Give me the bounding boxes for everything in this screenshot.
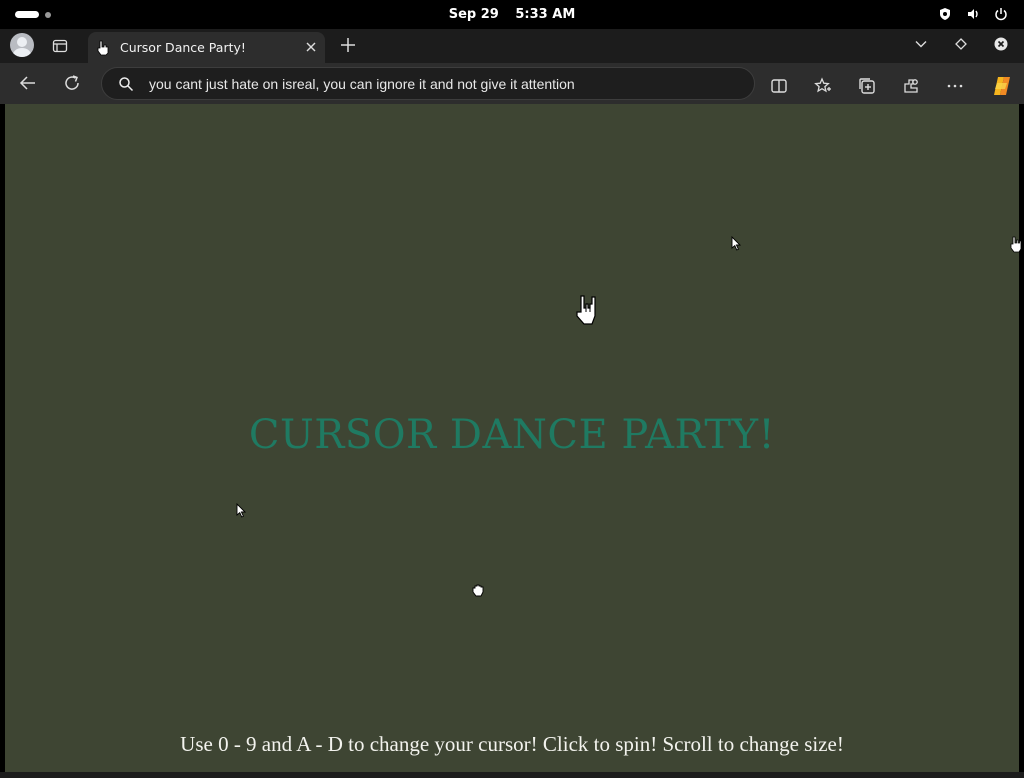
- arrow-cursor-icon: [731, 236, 741, 251]
- window-close-icon[interactable]: [994, 37, 1008, 51]
- grab-hand-cursor-icon: [472, 584, 484, 597]
- instructions-text: Use 0 - 9 and A - D to change your curso…: [180, 732, 844, 756]
- power-icon[interactable]: [994, 7, 1008, 21]
- more-icon[interactable]: [946, 77, 964, 95]
- close-icon[interactable]: [305, 41, 317, 53]
- diamond-icon[interactable]: [954, 37, 968, 51]
- page-title: CURSOR DANCE PARTY!: [248, 412, 776, 458]
- volume-icon[interactable]: [966, 7, 980, 21]
- tab-strip: Cursor Dance Party!: [0, 29, 1024, 63]
- address-bar-text[interactable]: you cant just hate on isreal, you can ig…: [149, 76, 575, 92]
- search-icon: [119, 77, 134, 92]
- chevron-down-icon[interactable]: [914, 37, 928, 51]
- profile-avatar[interactable]: [10, 33, 34, 57]
- window-bottom-edge: [0, 772, 1024, 778]
- favorites-icon[interactable]: [814, 77, 832, 95]
- back-icon[interactable]: [19, 74, 37, 92]
- tab-title: Cursor Dance Party!: [120, 40, 246, 55]
- extensions-icon[interactable]: [902, 77, 920, 95]
- refresh-icon[interactable]: [63, 74, 81, 92]
- tab-actions-icon[interactable]: [52, 38, 68, 54]
- time-label: 5:33 AM: [515, 7, 576, 22]
- address-bar[interactable]: you cant just hate on isreal, you can ig…: [101, 67, 755, 100]
- date-label: Sep 29: [448, 7, 499, 22]
- clock[interactable]: Sep 29 5:33 AM: [0, 7, 1024, 22]
- hand-cursor-icon: [1010, 236, 1022, 253]
- collections-icon[interactable]: [858, 77, 876, 95]
- page-viewport[interactable]: CURSOR DANCE PARTY! Use 0 - 9 and A - D …: [5, 104, 1022, 772]
- rock-hand-cursor-icon: [576, 295, 596, 325]
- hand-cursor-icon: [97, 40, 109, 56]
- system-top-bar: Sep 29 5:33 AM: [0, 0, 1024, 29]
- split-screen-icon[interactable]: [770, 77, 788, 95]
- copilot-icon[interactable]: [990, 74, 1014, 98]
- browser-toolbar: you cant just hate on isreal, you can ig…: [0, 63, 1024, 104]
- arrow-cursor-icon: [236, 503, 246, 518]
- new-tab-icon[interactable]: [340, 37, 356, 53]
- shield-icon[interactable]: [938, 7, 952, 21]
- tab-cursor-dance-party[interactable]: Cursor Dance Party!: [88, 32, 325, 63]
